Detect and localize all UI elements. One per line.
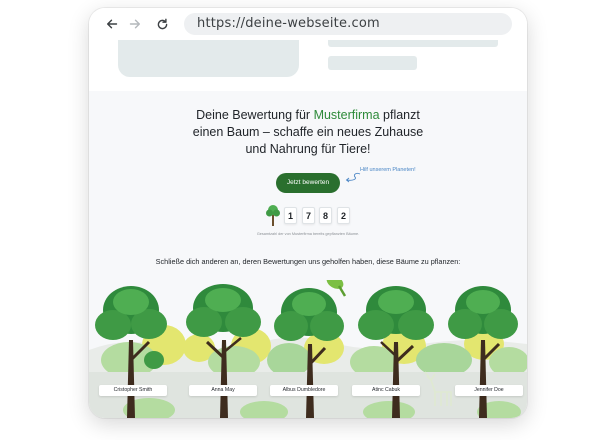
helper-note: Hilf unserem Planeten! <box>360 167 416 173</box>
review-widget: Deine Bewertung für Musterfirma pflanzt … <box>89 91 527 418</box>
headline-line-2: einen Baum – schaffe ein neues Zuhause <box>192 125 424 139</box>
address-bar[interactable]: https://deine-webseite.com <box>184 13 512 35</box>
rate-now-button[interactable]: Jetzt bewerten <box>276 173 340 193</box>
page-title: Deine Bewertung für Musterfirma pflanzt … <box>89 107 527 158</box>
back-arrow-icon[interactable] <box>104 16 120 32</box>
headline-text: Deine Bewertung für <box>196 108 314 122</box>
brand-name-link: Musterfirma <box>313 108 380 122</box>
browser-toolbar: https://deine-webseite.com <box>89 8 527 40</box>
curly-arrow-icon <box>345 172 361 183</box>
planter-name-label: Jennifer Doe <box>455 385 523 396</box>
forest-illustration <box>89 280 527 418</box>
browser-window: https://deine-webseite.com Deine Bewertu… <box>89 8 527 418</box>
join-text: Schließe dich anderen an, deren Bewertun… <box>155 257 461 266</box>
headline-line-3: und Nahrung für Tiere! <box>245 142 371 156</box>
planter-name-label: Anna May <box>189 385 257 396</box>
page-header-placeholder <box>89 40 527 91</box>
counter-digit: 7 <box>302 207 315 224</box>
planter-name-label: Cristopher Smith <box>99 385 167 396</box>
counter-digit: 8 <box>319 207 332 224</box>
text-placeholder <box>328 56 417 70</box>
forward-arrow-icon[interactable] <box>127 16 143 32</box>
image-placeholder <box>118 40 299 77</box>
counter-digit: 2 <box>337 207 350 224</box>
reload-icon[interactable] <box>154 16 170 32</box>
headline-text: pflanzt <box>379 108 420 122</box>
tree-icon <box>266 205 280 226</box>
planter-name-label: Atinc Cabuk <box>352 385 420 396</box>
counter-caption: Gesamtzahl der von Musterfirma bereits g… <box>256 232 360 236</box>
planter-name-label: Albus Dumbledore <box>270 385 338 396</box>
text-placeholder <box>328 40 498 47</box>
counter-digit: 1 <box>284 207 297 224</box>
